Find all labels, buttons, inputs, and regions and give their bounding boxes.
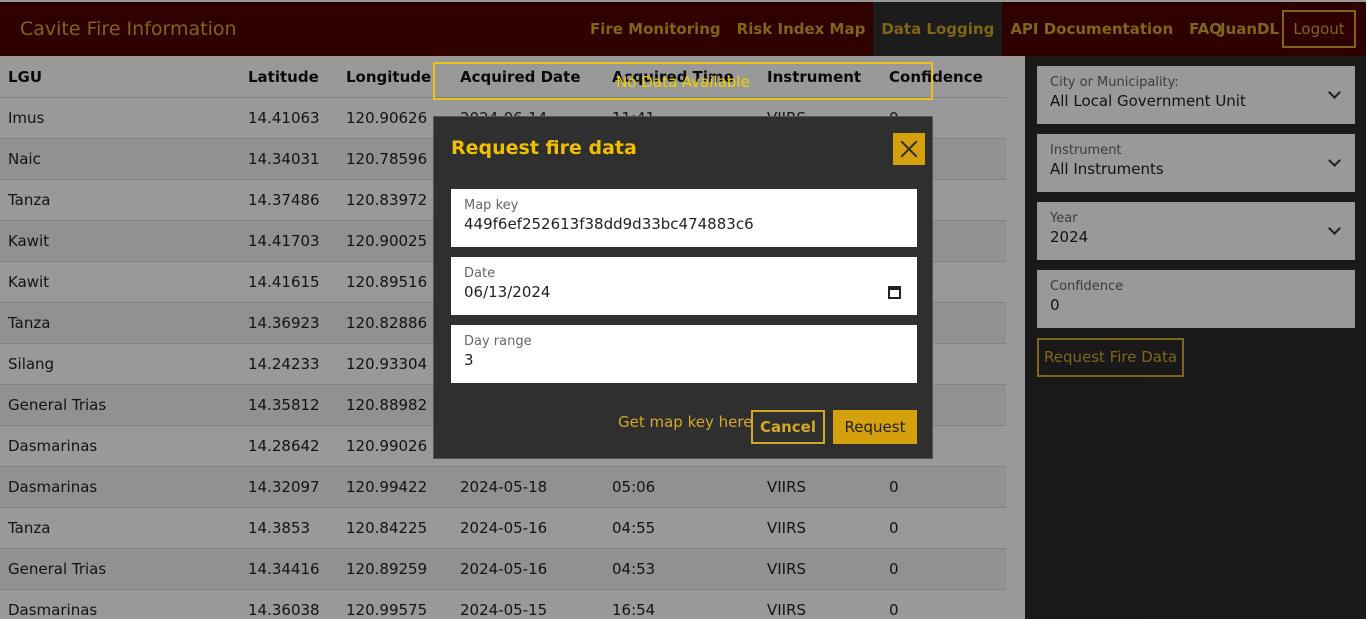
day-range-field[interactable]: Day range 3 bbox=[451, 325, 917, 383]
request-fire-data-dialog: Request fire data Map key 449f6ef252613f… bbox=[433, 116, 933, 459]
map-key-value: 449f6ef252613f38dd9d33bc474883c6 bbox=[464, 215, 754, 233]
no-data-alert: No Data Available bbox=[433, 62, 933, 100]
map-key-label: Map key bbox=[464, 198, 519, 213]
day-range-value: 3 bbox=[464, 351, 474, 369]
get-map-key-link[interactable]: Get map key here bbox=[618, 413, 752, 431]
map-key-field[interactable]: Map key 449f6ef252613f38dd9d33bc474883c6 bbox=[451, 189, 917, 247]
cancel-button[interactable]: Cancel bbox=[751, 410, 825, 444]
date-label: Date bbox=[464, 266, 496, 281]
date-field[interactable]: Date 06/13/2024 bbox=[451, 257, 917, 315]
calendar-icon[interactable] bbox=[888, 286, 901, 299]
day-range-label: Day range bbox=[464, 334, 532, 349]
request-button[interactable]: Request bbox=[833, 410, 917, 444]
close-icon[interactable] bbox=[893, 133, 925, 165]
date-value: 06/13/2024 bbox=[464, 283, 551, 301]
dialog-title: Request fire data bbox=[451, 137, 637, 159]
